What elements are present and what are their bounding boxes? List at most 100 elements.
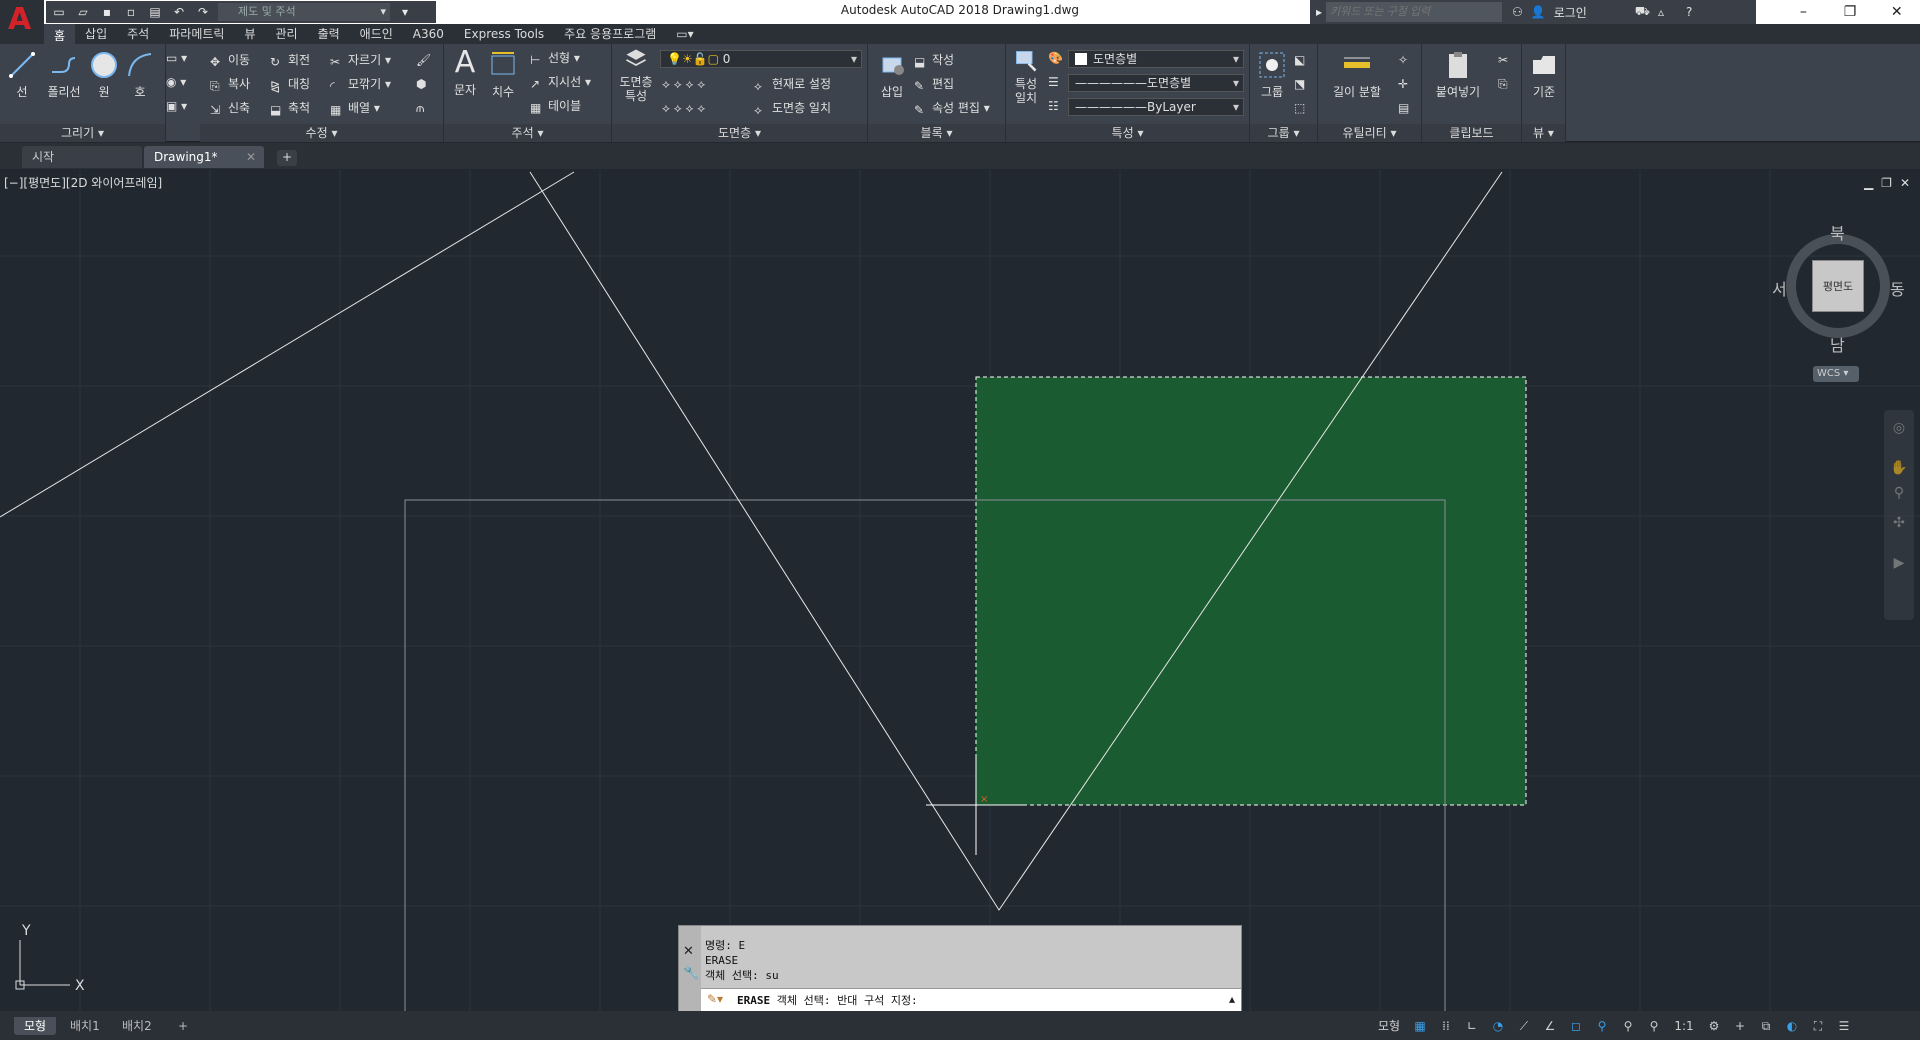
tab-view[interactable]: 뷰 [234,24,265,44]
vp-restore-icon[interactable]: ❐ [1881,176,1892,190]
match-layer-button[interactable]: ⟡ 도면층 일치 [754,98,831,118]
measure-button[interactable]: 길이 분할 [1322,50,1392,100]
point-icon[interactable]: ✛ [1398,74,1408,94]
circle-button[interactable]: 원 [86,50,122,100]
paste-button[interactable]: 붙여넣기 [1426,50,1490,100]
viewcube[interactable]: 평면도 북 남 동 서 [1772,220,1905,355]
close-icon[interactable]: ✕ [1873,0,1920,24]
layer-tools-row2[interactable]: ⟡ ⟡ ⟡ ⟡ [662,98,705,118]
tab-output[interactable]: 출력 [308,24,350,44]
command-input-row[interactable]: ✎▾ ERASE 객체 선택: 반대 구석 지정: ▴ [701,988,1241,1012]
customize-qat-icon[interactable]: ▾ [396,4,414,20]
workspace-gear-icon[interactable]: ⚙ [1704,1017,1724,1035]
help-button[interactable]: ? [1686,5,1692,19]
group-button[interactable]: 그룹 [1254,50,1290,100]
workspace-select[interactable]: 제도 및 주석 [218,3,390,21]
panel-clipboard-title[interactable]: 클립보드 [1422,124,1521,142]
close-command-icon[interactable]: ✕ [683,944,694,959]
erase-icon[interactable]: 🖌 [416,50,431,70]
plus-icon[interactable]: + [1730,1017,1750,1035]
edit-block-button[interactable]: ✎ 편집 [914,74,954,94]
move-button[interactable]: ✥ 이동 [210,50,250,70]
compass-south[interactable]: 남 [1830,332,1845,356]
zoom-icon[interactable]: ⚲ [1890,485,1908,503]
viewport-controls-label[interactable]: [−][평면도][2D 와이어프레임] [4,174,162,191]
compass-west[interactable]: 서 [1772,276,1787,300]
table-button[interactable]: ▦ 테이블 [530,96,581,116]
copy-button[interactable]: ⎘ 복사 [210,74,250,94]
panel-modify-title[interactable]: 수정 ▾ [200,124,443,142]
minimize-icon[interactable]: – [1780,0,1827,24]
tab-insert[interactable]: 삽입 [75,24,117,44]
make-current-button[interactable]: ⟡ 현재로 설정 [754,74,831,94]
dimension-button[interactable]: 치수 [486,50,520,100]
annotation-scale-icon[interactable]: ⚲ [1644,1017,1664,1035]
layer-dropdown[interactable]: 💡☀🔓▢ 0 [660,50,862,68]
isolate-objects-icon[interactable]: ◐ [1782,1017,1802,1035]
viewcube-face-top[interactable]: 평면도 [1812,260,1864,312]
redo-icon[interactable]: ↷ [194,4,212,20]
save-as-icon[interactable]: ▫ [122,4,140,20]
vp-minimize-icon[interactable]: ▁ [1864,176,1873,190]
autoscale-icon[interactable]: ⚲ [1618,1017,1638,1035]
panel-block-title[interactable]: 블록 ▾ [868,124,1005,142]
binoculars-icon[interactable]: ⚇ [1512,5,1523,19]
edit-attributes-button[interactable]: ✎ 속성 편집 ▾ [914,98,990,118]
command-history-toggle-icon[interactable]: ▴ [1229,992,1235,1006]
insert-block-button[interactable]: 삽입 [872,50,912,100]
group-edit-icon[interactable]: ⬔ [1294,74,1305,94]
polar-icon[interactable]: ◔ [1488,1017,1508,1035]
showmotion-icon[interactable]: ▶ [1890,555,1908,573]
new-file-icon[interactable]: ▭ [50,4,68,20]
match-properties-button[interactable]: 특성 일치 [1008,48,1044,105]
customize-command-icon[interactable]: 🔧 [683,966,699,981]
panel-layers-title[interactable]: 도면층 ▾ [612,124,867,142]
wcs-menu[interactable]: WCS ▾ [1813,366,1859,382]
ungroup-icon[interactable]: ⬕ [1294,50,1305,70]
maximize-icon[interactable]: ❐ [1827,0,1874,24]
lineweight-dropdown[interactable]: ——————ByLayer [1068,98,1244,116]
annotation-visibility-icon[interactable]: ⚲ [1592,1017,1612,1035]
quick-select-icon[interactable]: ✧ [1398,50,1408,70]
trim-button[interactable]: ✂ 자르기 ▾ [330,50,391,70]
create-block-button[interactable]: ⬓ 작성 [914,50,954,70]
tab-express-tools[interactable]: Express Tools [454,24,554,44]
offset-icon[interactable]: ⫙ [416,98,424,118]
calculator-icon[interactable]: ▤ [1398,98,1409,118]
tab-addins[interactable]: 애드인 [350,24,403,44]
a360-icon[interactable]: ▵ [1658,5,1664,19]
arc-button[interactable]: 호 [122,50,158,100]
application-menu-button[interactable]: A [0,0,44,44]
layer-tools-row1[interactable]: ⟡ ⟡ ⟡ ⟡ [662,74,705,94]
snap-icon[interactable]: ⁞⁞ [1436,1017,1456,1035]
panel-view-title[interactable]: 뷰 ▾ [1522,124,1565,142]
osnap-icon[interactable]: ◻ [1566,1017,1586,1035]
tab-parametric[interactable]: 파라메트릭 [159,24,234,44]
layout-tab-layout2[interactable]: 배치2 [112,1017,162,1035]
model-space-button[interactable]: 모형 [1374,1017,1404,1035]
fillet-button[interactable]: ◜ 모깎기 ▾ [330,74,391,94]
compass-north[interactable]: 북 [1830,220,1845,244]
line-button[interactable]: 선 [4,50,40,100]
command-window-grip[interactable]: ✕ 🔧 [679,926,701,1012]
scale-button[interactable]: ⬓ 축척 [270,98,310,118]
linear-button[interactable]: ⊢ 선형 ▾ [530,48,580,68]
orbit-icon[interactable]: ✣ [1890,515,1908,533]
osnap-tracking-icon[interactable]: ∠ [1540,1017,1560,1035]
layout-tab-model[interactable]: 모형 [14,1017,57,1035]
open-file-icon[interactable]: ▱ [74,4,92,20]
panel-groups-title[interactable]: 그룹 ▾ [1250,124,1317,142]
hatch-icon[interactable]: ◉ ▾ [166,72,186,92]
tab-featured-apps[interactable]: 주요 응용프로그램 [554,24,666,44]
panel-annotation-title[interactable]: 주석 ▾ [444,124,611,142]
base-view-button[interactable]: 기준 [1526,50,1562,100]
steering-wheel-icon[interactable]: ◎ [1890,420,1908,438]
stretch-button[interactable]: ⇲ 신축 [210,98,250,118]
drawing-canvas[interactable]: × Y X [−][평면도][2D 와이어프레임] ▁ ❐ ✕ 평면도 북 남 … [0,170,1920,1011]
clean-screen-icon[interactable]: ⛶ [1808,1017,1828,1035]
scale-display[interactable]: 1:1 [1670,1017,1698,1035]
panel-utilities-title[interactable]: 유틸리티 ▾ [1318,124,1421,142]
grid-icon[interactable]: ▦ [1410,1017,1430,1035]
add-layout-button[interactable]: + [168,1017,198,1035]
text-button[interactable]: A 문자 [448,48,482,98]
